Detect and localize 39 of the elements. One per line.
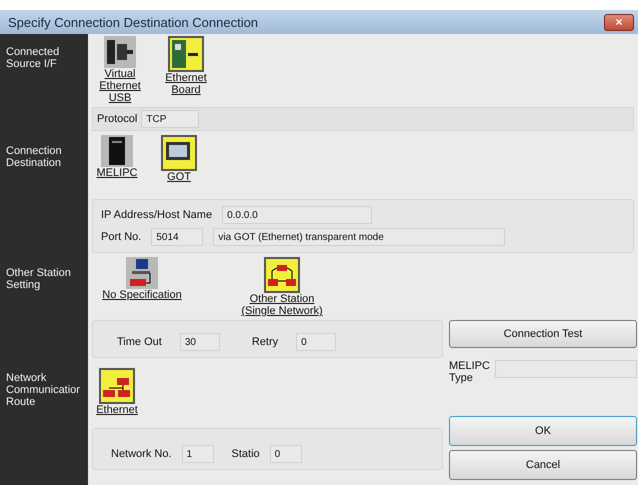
option-link[interactable]: GOT (167, 171, 191, 183)
network-icon[interactable] (264, 257, 300, 293)
option-link[interactable]: Virtual Ethernet USB (94, 68, 146, 104)
retry-field[interactable]: 0 (296, 333, 336, 351)
option-link[interactable]: MELIPC (96, 167, 138, 179)
ok-button[interactable]: OK (449, 416, 637, 446)
protocol-field[interactable]: TCP (141, 110, 200, 128)
ip-field[interactable]: 0.0.0.0 (222, 206, 372, 224)
option-link[interactable]: Ethernet Board (160, 72, 212, 96)
station-label: Statio (232, 448, 260, 460)
option-link[interactable]: Ethernet (96, 404, 138, 416)
retry-label: Retry (252, 336, 278, 348)
cancel-button[interactable]: Cancel (449, 450, 637, 480)
port-label: Port No. (101, 231, 142, 243)
network-label: Network No. (111, 448, 172, 460)
section-label: Connected Source I/F (6, 46, 60, 70)
server-icon[interactable] (101, 135, 133, 167)
window-title: Specify Connection Destination Connection (8, 14, 258, 30)
protocol-label: Protocol (97, 113, 138, 125)
option-link[interactable]: Other Station (Single Network) (232, 293, 332, 317)
station-field[interactable]: 0 (270, 445, 302, 463)
melipc-type-field[interactable] (495, 360, 637, 378)
mode-field[interactable]: via GOT (Ethernet) transparent mode (213, 228, 506, 246)
section-label: Connection Destination (6, 145, 63, 169)
network-icon[interactable] (99, 368, 135, 404)
network-field[interactable]: 1 (182, 445, 214, 463)
option-link[interactable]: No Specification (102, 289, 182, 301)
display-panel-icon[interactable] (161, 135, 197, 171)
section-label: Other Station Setting (6, 267, 72, 291)
board-icon[interactable] (168, 36, 204, 72)
connector-icon[interactable] (104, 36, 136, 68)
section-label: Network Communicatior Route (6, 372, 81, 408)
ip-label: IP Address/Host Name (101, 209, 212, 221)
melipc-type-label: MELIPC Type (449, 360, 489, 384)
timeout-label: Time Out (117, 336, 162, 348)
computer-icon[interactable] (126, 257, 158, 289)
port-field[interactable]: 5014 (151, 228, 204, 246)
connection-test-button[interactable]: Connection Test (449, 320, 637, 348)
timeout-field[interactable]: 30 (180, 333, 220, 351)
